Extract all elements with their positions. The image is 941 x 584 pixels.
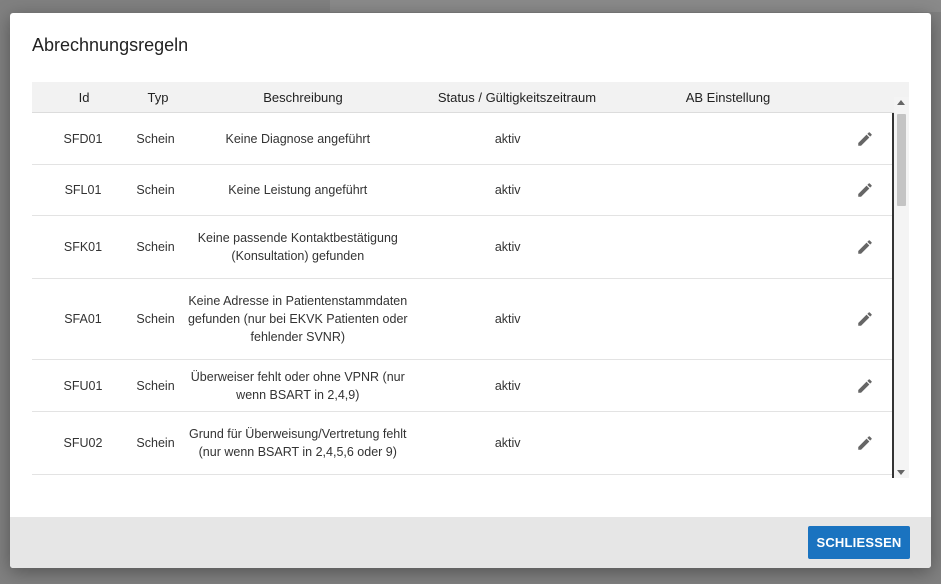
cell-typ: Schein <box>136 240 175 254</box>
cell-typ: Schein <box>136 312 175 326</box>
table-row: SFL01 Schein Keine Leistung angeführt ak… <box>32 165 892 216</box>
table-row: SFD01 Schein Keine Diagnose angeführt ak… <box>32 113 892 165</box>
edit-button[interactable] <box>853 235 877 259</box>
pencil-icon <box>858 436 872 450</box>
table-row: SFU02 Schein Grund für Überweisung/Vertr… <box>32 412 892 475</box>
background-toolbar <box>330 0 941 12</box>
pencil-icon <box>858 131 872 146</box>
cell-beschreibung: Keine Adresse in Patientenstammdaten gef… <box>187 294 408 344</box>
cell-id: SFK01 <box>63 240 103 254</box>
edit-button[interactable] <box>853 307 877 331</box>
table-body: SFD01 Schein Keine Diagnose angeführt ak… <box>32 113 894 478</box>
cell-beschreibung: Keine Diagnose angeführt <box>225 131 371 146</box>
edit-button[interactable] <box>853 374 877 398</box>
dialog-footer: SCHLIESSEN <box>10 517 931 568</box>
cell-beschreibung: Keine passende Kontaktbestätigung (Konsu… <box>197 231 398 263</box>
column-header-beschreibung: Beschreibung <box>263 89 343 105</box>
cell-status: aktiv <box>494 378 521 393</box>
table-row: SFA01 Schein Keine Adresse in Patientens… <box>32 279 892 360</box>
cell-id: SFL01 <box>64 183 102 197</box>
rules-table: Id Typ Beschreibung Status / Gültigkeits… <box>32 82 909 478</box>
table-header: Id Typ Beschreibung Status / Gültigkeits… <box>32 82 909 113</box>
cell-status: aktiv <box>494 312 521 326</box>
cell-beschreibung: Überweiser fehlt oder ohne VPNR (nur wen… <box>190 369 405 402</box>
close-button[interactable]: SCHLIESSEN <box>808 526 910 559</box>
pencil-icon <box>858 378 872 393</box>
cell-id: SFD01 <box>63 131 103 146</box>
cell-status: aktiv <box>494 183 521 197</box>
table-scrollbar[interactable] <box>894 97 909 478</box>
cell-typ: Schein <box>136 378 175 393</box>
cell-typ: Schein <box>136 183 175 197</box>
cell-status: aktiv <box>494 240 521 254</box>
edit-button[interactable] <box>853 431 877 455</box>
cell-id: SFU02 <box>63 436 103 450</box>
rules-dialog: Abrechnungsregeln Id Typ Beschreibung St… <box>10 13 931 568</box>
column-header-typ: Typ <box>147 89 169 105</box>
cell-id: SFU01 <box>63 378 103 393</box>
cell-beschreibung: Grund für Überweisung/Vertretung fehlt (… <box>189 427 407 459</box>
pencil-icon <box>858 183 872 197</box>
pencil-icon <box>858 312 872 326</box>
cell-id: SFA01 <box>64 312 102 326</box>
column-header-status: Status / Gültigkeitszeitraum <box>437 89 597 105</box>
table-row: SFK01 Schein Keine passende Kontaktbestä… <box>32 216 892 279</box>
pencil-icon <box>858 240 872 254</box>
scroll-down-arrow-icon[interactable] <box>897 470 905 475</box>
cell-beschreibung: Keine Leistung angeführt <box>228 183 368 197</box>
column-header-ab-einstellung: AB Einstellung <box>685 89 771 105</box>
edit-button[interactable] <box>853 178 877 202</box>
scrollbar-thumb[interactable] <box>897 114 906 206</box>
scroll-up-arrow-icon[interactable] <box>897 100 905 105</box>
edit-button[interactable] <box>853 127 877 151</box>
column-header-id: Id <box>78 89 90 105</box>
cell-typ: Schein <box>136 131 175 146</box>
cell-status: aktiv <box>494 436 521 450</box>
cell-typ: Schein <box>136 436 175 450</box>
cell-status: aktiv <box>494 131 521 146</box>
dialog-title: Abrechnungsregeln <box>32 35 189 55</box>
table-row: SFU01 Schein Überweiser fehlt oder ohne … <box>32 360 892 412</box>
